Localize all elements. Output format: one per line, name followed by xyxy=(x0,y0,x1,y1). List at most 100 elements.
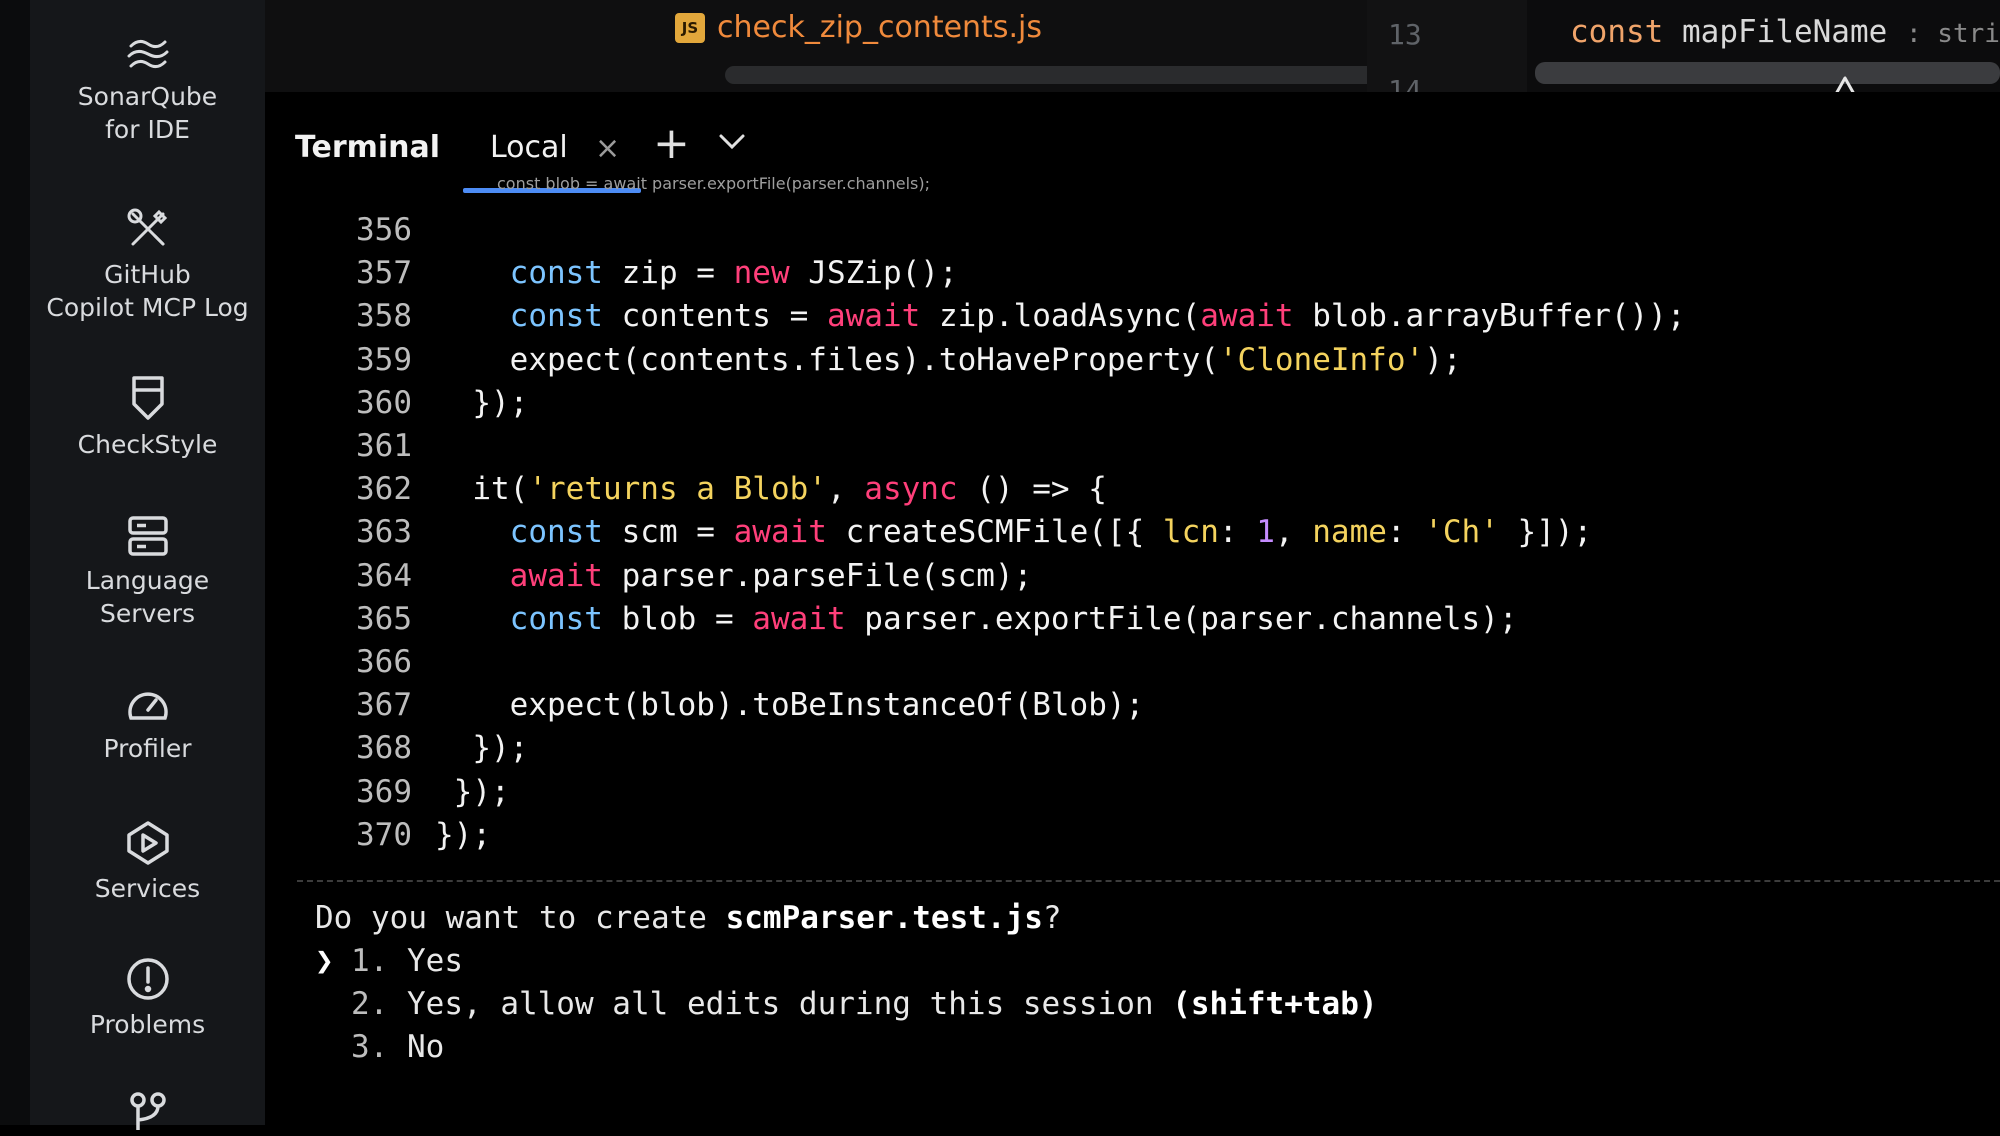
code-token: }]); xyxy=(1498,514,1593,551)
code-token: , xyxy=(826,471,865,508)
code-line: }); xyxy=(435,730,528,766)
code-token: , xyxy=(1274,514,1313,551)
code-token: () => { xyxy=(957,471,1107,508)
line-number: 366 xyxy=(356,644,412,680)
editor-code-line: const mapFileName : string xyxy=(1570,14,2000,50)
sidebar-item-label: SonarQube for IDE xyxy=(77,82,218,144)
sidebar-item-label: Profiler xyxy=(103,734,192,763)
code-token: parser.exportFile(parser.channels); xyxy=(845,600,1518,637)
line-number: 369 xyxy=(356,773,412,810)
code-keyword: const xyxy=(1570,14,1664,50)
line-number: 368 xyxy=(356,730,412,767)
code-line: const contents = await zip.loadAsync(awa… xyxy=(435,298,1686,334)
tab-local[interactable]: Local xyxy=(490,130,568,165)
code-token: contents = xyxy=(602,298,827,335)
line-number: 362 xyxy=(356,471,412,508)
tool-window-sidebar: SonarQube for IDE GitHub Copilot MCP Log… xyxy=(0,0,265,1130)
code-token: await xyxy=(509,557,603,594)
sidebar-item-profiler[interactable]: Profiler xyxy=(30,684,265,765)
scrolled-code-line: const blob = await parser.exportFile(par… xyxy=(497,174,930,193)
editor-horizontal-scrollbar-right[interactable] xyxy=(1535,62,2000,84)
create-file-question: Do you want to create scmParser.test.js? xyxy=(315,900,1062,936)
line-number: 357 xyxy=(356,255,412,292)
sidebar-item-sonarqube[interactable]: SonarQube for IDE xyxy=(30,34,265,146)
code-token: blob.arrayBuffer()); xyxy=(1293,298,1686,335)
prompt-option-yes[interactable]: 1. Yes xyxy=(351,943,463,979)
code-token: }); xyxy=(435,730,529,767)
line-number: 360 xyxy=(356,384,412,421)
line-number: 363 xyxy=(356,514,412,551)
checkstyle-icon xyxy=(30,374,265,422)
selection-cursor-icon: ❯ xyxy=(315,943,334,979)
tools-icon xyxy=(30,206,265,252)
line-number: 359 xyxy=(356,341,412,378)
sidebar-item-label: GitHub Copilot MCP Log xyxy=(46,260,249,322)
code-token: it( xyxy=(435,471,529,508)
code-line: const scm = await createSCMFile([{ lcn: … xyxy=(435,514,1593,551)
play-icon xyxy=(30,820,265,866)
sidebar-item-label: Services xyxy=(94,874,201,903)
code-token: const xyxy=(509,298,603,335)
code-token: new xyxy=(733,255,790,292)
code-token: 'CloneInfo' xyxy=(1218,341,1425,378)
code-token: : xyxy=(1386,514,1425,551)
code-token: JSZip(); xyxy=(789,255,958,292)
line-number: 365 xyxy=(356,600,412,637)
editor-horizontal-scrollbar[interactable] xyxy=(725,66,1417,84)
editor-tab-strip: JS check_zip_contents.js xyxy=(265,0,1417,92)
code-token: parser.parseFile(scm); xyxy=(602,557,1033,594)
vcs-icon xyxy=(30,1090,265,1130)
sidebar-edge xyxy=(0,0,30,1125)
code-token: const xyxy=(509,255,603,292)
line-number: 356 xyxy=(356,212,412,248)
line-number: 364 xyxy=(356,557,412,594)
sidebar-item-checkstyle[interactable]: CheckStyle xyxy=(30,374,265,461)
code-token: 'Ch' xyxy=(1424,514,1499,551)
servers-icon xyxy=(30,514,265,558)
code-token: }); xyxy=(435,384,529,421)
code-token: lcn xyxy=(1162,514,1219,551)
add-tab-icon[interactable]: + xyxy=(653,122,690,166)
type-hint: : string xyxy=(1905,19,2000,49)
close-tab-icon[interactable]: × xyxy=(595,134,620,164)
chevron-down-icon[interactable] xyxy=(717,132,747,156)
file-tab-label: check_zip_contents.js xyxy=(717,10,1042,45)
code-token: await xyxy=(1200,298,1294,335)
line-number: 361 xyxy=(356,428,412,464)
file-tab-check-zip-contents[interactable]: JS check_zip_contents.js xyxy=(675,10,1042,45)
sidebar-item-services[interactable]: Services xyxy=(30,820,265,905)
code-token: createSCMFile([{ xyxy=(826,514,1163,551)
code-token: scm = xyxy=(602,514,734,551)
code-token: expect(blob).toBeInstanceOf(Blob); xyxy=(435,687,1145,724)
code-token: const xyxy=(509,600,603,637)
sidebar-item-version-control[interactable] xyxy=(30,1090,265,1136)
code-line: }); xyxy=(435,385,528,421)
code-line: it('returns a Blob', async () => { xyxy=(435,471,1107,507)
code-token: await xyxy=(733,514,827,551)
sidebar-item-copilot-mcp-log[interactable]: GitHub Copilot MCP Log xyxy=(30,206,265,324)
shortcut-hint: (shift+tab) xyxy=(1172,986,1378,1022)
code-token: const xyxy=(509,514,603,551)
code-token: 'returns a Blob' xyxy=(528,471,827,508)
alert-icon xyxy=(30,956,265,1002)
prompt-option-no[interactable]: 3. No xyxy=(351,1029,444,1065)
line-number: 370 xyxy=(356,816,412,853)
sidebar-item-label: CheckStyle xyxy=(77,430,218,459)
code-token: expect(contents.files).toHaveProperty( xyxy=(435,341,1219,378)
code-identifier: mapFileName xyxy=(1682,14,1888,50)
gutter-line-number: 14 xyxy=(1388,74,1422,92)
code-token: await xyxy=(826,298,921,335)
sidebar-item-label: Problems xyxy=(89,1010,206,1039)
prompt-option-yes-allow-all[interactable]: 2. Yes, allow all edits during this sess… xyxy=(351,986,1378,1022)
sidebar-item-label: Language Servers xyxy=(85,566,210,628)
code-token: }); xyxy=(435,816,491,853)
sidebar-item-problems[interactable]: Problems xyxy=(30,956,265,1041)
sidebar-item-language-servers[interactable]: Language Servers xyxy=(30,514,265,630)
code-token: name xyxy=(1312,514,1387,551)
terminal-title: Terminal xyxy=(295,130,441,165)
